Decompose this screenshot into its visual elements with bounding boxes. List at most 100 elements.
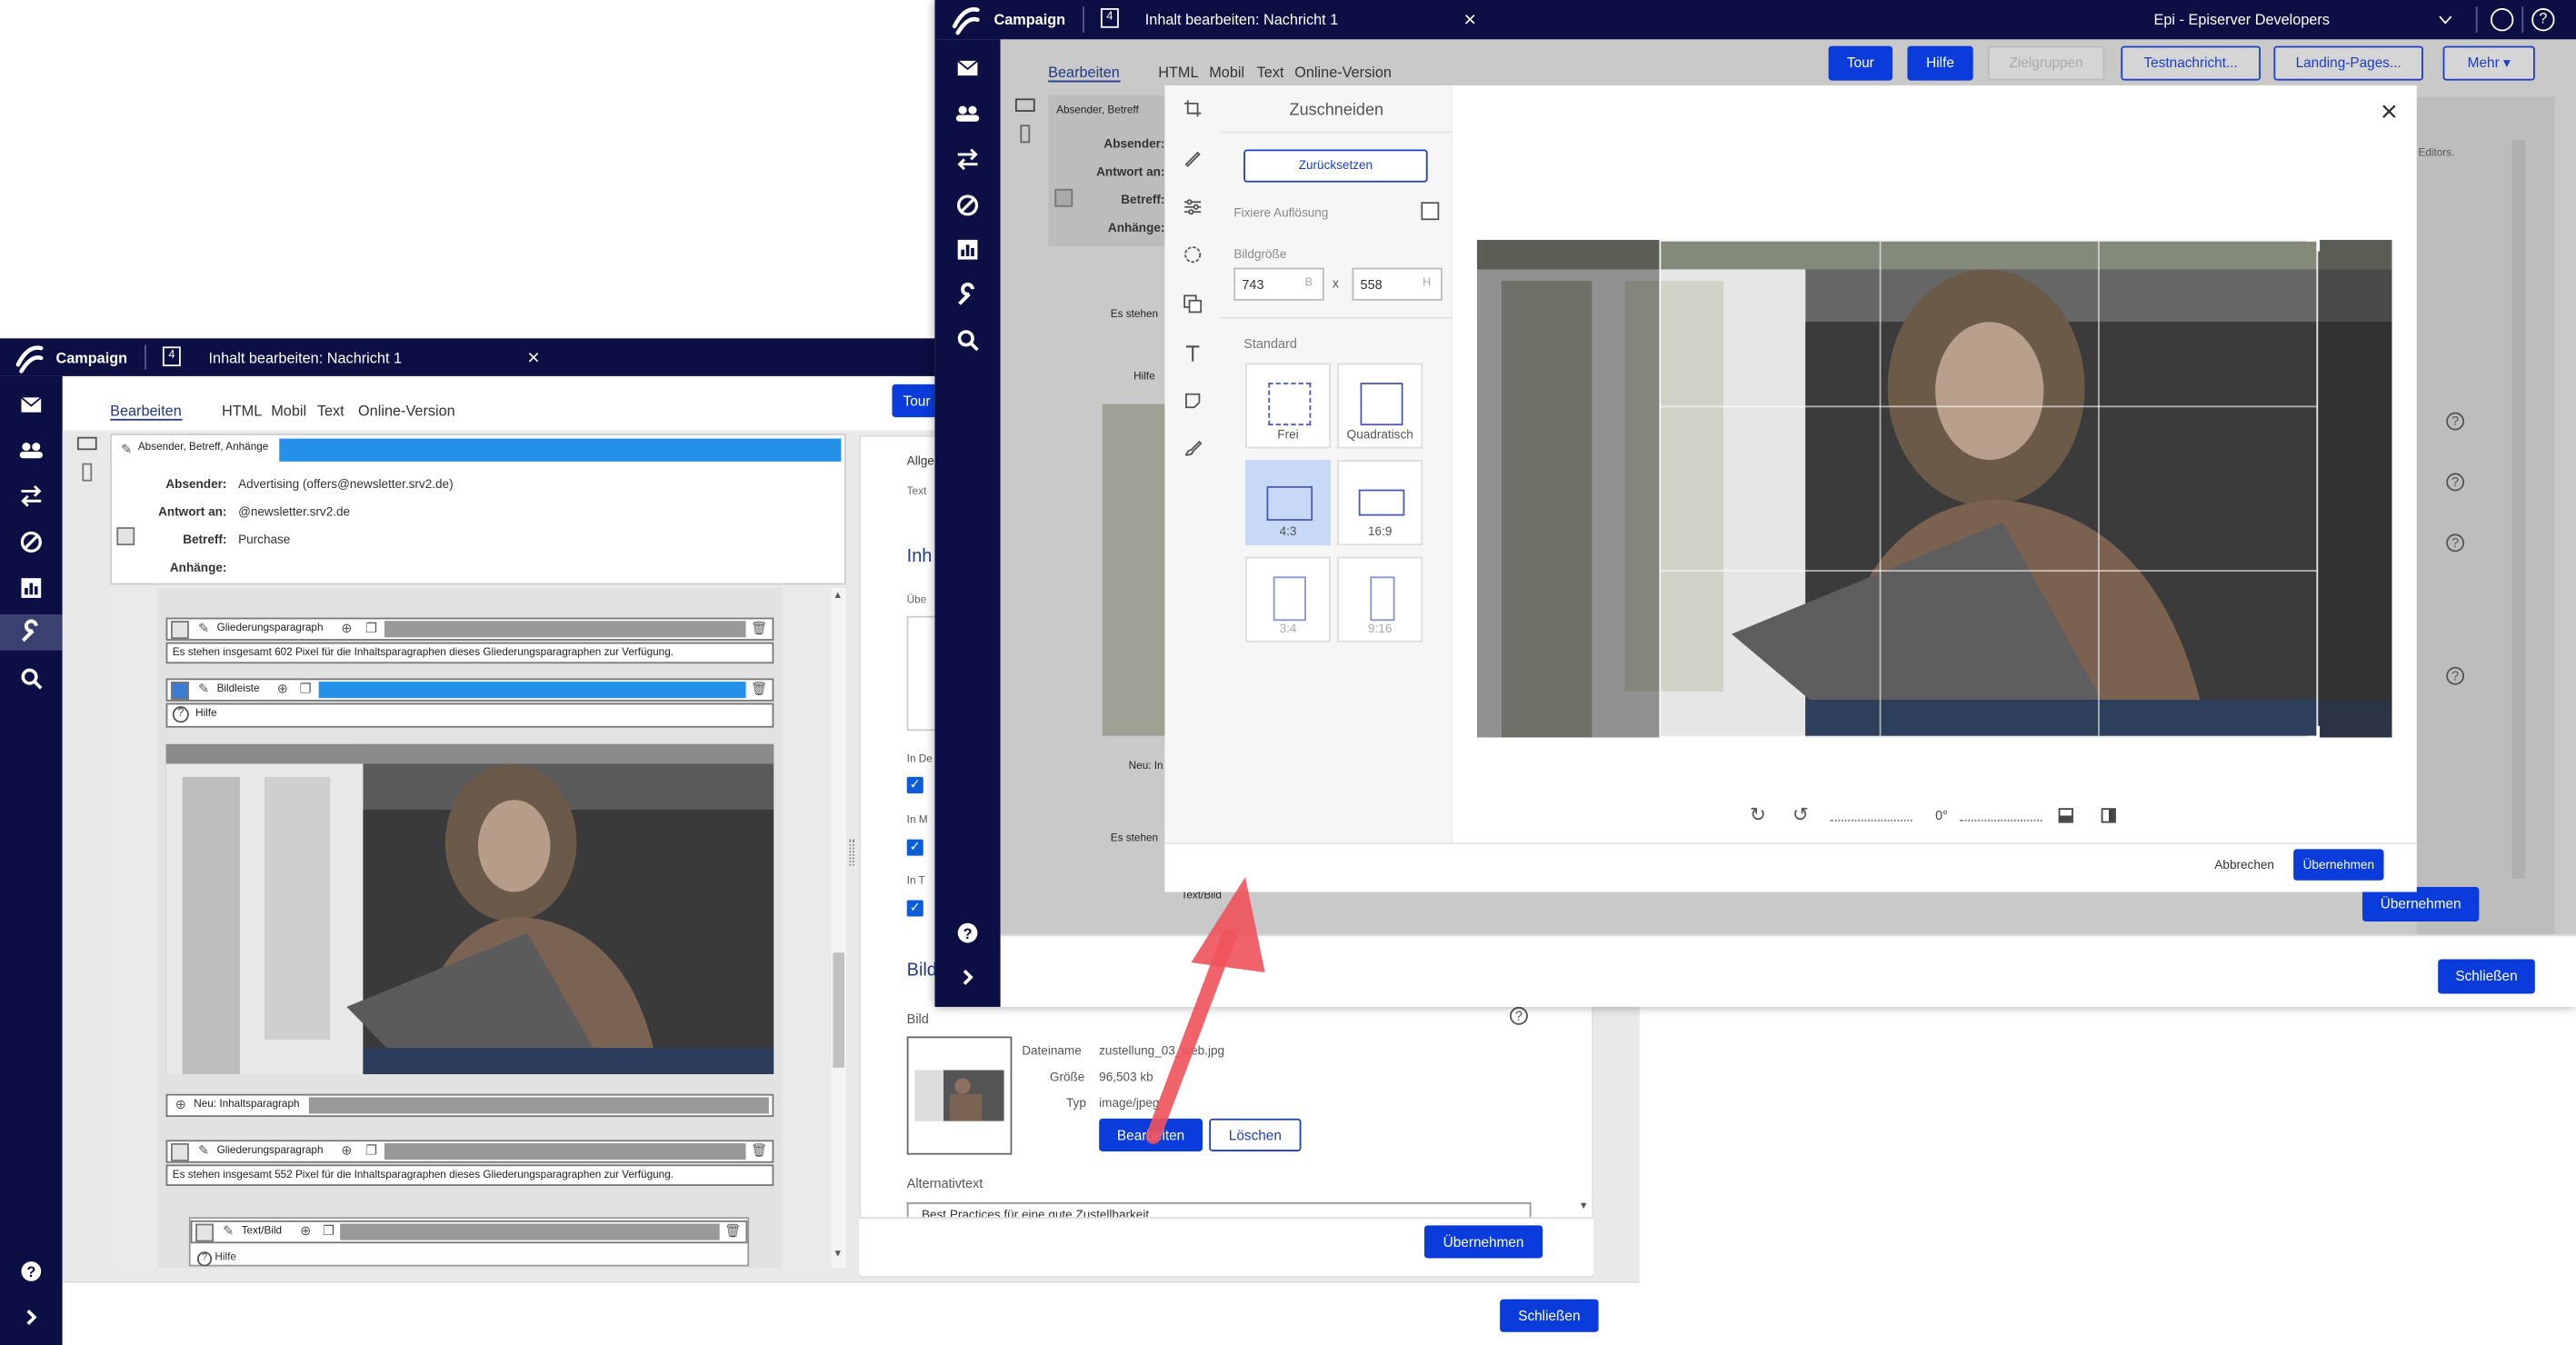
move-icon[interactable]: ⊕ [338,621,354,637]
image-bar-paragraph[interactable]: ✎ Bildleiste ⊕ ❐ 🗑 [165,678,774,702]
newsletter-photo[interactable] [165,743,774,1075]
sticker-icon[interactable] [1183,294,1203,314]
users-icon[interactable] [18,437,45,463]
image-help-icon[interactable]: ? [1510,1006,1528,1025]
field-value-betreff[interactable]: Purchase [238,533,290,547]
more-button[interactable]: Mehr ▾ [2442,45,2535,81]
help-circle-icon[interactable]: ? [172,706,189,723]
pencil-icon[interactable]: ✎ [195,621,212,637]
image-bar-help-row[interactable]: ? Hilfe [165,702,774,728]
field-value-antwort[interactable]: @newsletter.srv2.de [238,504,350,519]
brush-icon[interactable] [1183,439,1203,459]
delete-icon[interactable]: 🗑 [724,1224,741,1240]
ratio-3-4[interactable]: 3:4 [1245,556,1331,643]
scroll-down-arrow-icon[interactable]: ▼ [833,1250,843,1260]
new-content-paragraph-bar[interactable]: ⊕ Neu: Inhaltsparagraph [165,1093,774,1118]
move-icon[interactable]: ⊕ [338,1143,354,1160]
ratio-16-9[interactable]: 16:9 [1337,460,1423,546]
rotate-cw-icon[interactable]: ↻ [1750,803,1766,826]
device-mobile-icon[interactable] [1020,125,1031,144]
tour-button[interactable]: Tour [1828,45,1893,81]
flip-horizontal-icon[interactable] [2101,808,2116,823]
add-icon[interactable]: ⊕ [173,1097,189,1113]
fixed-resolution-checkbox[interactable] [1421,202,1440,221]
copy-icon[interactable]: ❐ [363,621,379,637]
crop-frame[interactable] [1659,239,2321,738]
tab-close-icon[interactable]: × [1463,6,1476,31]
tab-html[interactable]: HTML [222,403,262,419]
wrench-icon[interactable] [18,619,45,645]
shape-icon[interactable] [1183,244,1203,264]
chevron-down-icon[interactable] [2438,13,2452,25]
image-thumbnail[interactable] [906,1036,1013,1155]
crop-icon[interactable] [1183,98,1203,118]
crop-handle-tr[interactable] [2306,239,2321,252]
expand-chevron-icon[interactable] [954,964,981,991]
pencil-icon[interactable]: ✎ [118,442,135,458]
block-icon[interactable] [18,529,45,555]
search-icon[interactable] [18,665,45,692]
pencil-icon[interactable]: ✎ [195,1143,212,1160]
users-icon[interactable] [954,100,981,126]
chart-icon[interactable] [18,575,45,602]
block-icon[interactable] [954,192,981,218]
landing-pages-button[interactable]: Landing-Pages... [2273,45,2423,81]
search-icon[interactable] [954,327,981,354]
transfer-icon[interactable] [18,483,45,509]
height-input[interactable]: 558 H [1352,267,1443,301]
move-icon[interactable]: ⊕ [297,1224,314,1240]
tab-bearbeiten[interactable]: Bearbeiten [1048,64,1120,83]
move-icon[interactable]: ⊕ [275,682,291,698]
tab-online-version[interactable]: Online-Version [1294,64,1392,80]
width-input[interactable]: 743 B [1233,267,1324,301]
text-image-paragraph-bar[interactable]: ✎ Text/Bild ⊕ ❐ 🗑 [190,1220,748,1244]
account-selector[interactable]: Epi - Episerver Developers [2154,12,2330,28]
checkbox-in-desktop[interactable]: ✓ [906,776,924,793]
test-message-button[interactable]: Testnachricht... [2121,45,2261,81]
crop-handle-br[interactable] [2306,725,2321,738]
field-value-absender[interactable]: Advertising (offers@newsletter.srv2.de) [238,476,454,491]
device-mobile-icon[interactable] [82,463,93,482]
modal-close-icon[interactable]: × [2381,95,2398,130]
outline-paragraph-bar-1[interactable]: ✎ Gliederungsparagraph ⊕ ❐ 🗑 [165,617,774,641]
panel-scroll-down-icon[interactable]: ▼ [1579,1202,1589,1212]
device-desktop-icon[interactable] [1014,98,1035,112]
wrench-icon[interactable] [954,283,981,309]
header-section-bar[interactable]: ✎ Absender, Betreff, Anhänge [111,438,845,462]
text-image-help[interactable]: ? Hilfe [196,1251,236,1267]
help-icon[interactable]: ? [954,920,981,946]
tab-text[interactable]: Text [1257,64,1284,80]
target-groups-button[interactable]: Zielgruppen [1987,45,2105,81]
cancel-button[interactable]: Abbrechen [2214,857,2274,872]
copy-icon[interactable]: ❐ [363,1143,379,1160]
note-icon[interactable] [1183,391,1203,411]
apply-crop-button[interactable]: Übernehmen [2293,849,2384,881]
help-icon[interactable]: ? [2531,8,2555,32]
chart-icon[interactable] [954,236,981,263]
ratio-free[interactable]: Frei [1245,363,1331,449]
tab-close-icon[interactable]: × [527,345,540,370]
apply-button-back[interactable]: Übernehmen [1424,1225,1543,1259]
copy-icon[interactable]: ❐ [297,682,314,698]
expand-chevron-icon[interactable] [18,1304,45,1330]
pencil-icon[interactable]: ✎ [195,682,212,698]
rotate-ccw-icon[interactable]: ↺ [1792,803,1809,826]
reset-button[interactable]: Zurücksetzen [1243,149,1428,183]
checkbox-in-mobile[interactable]: ✓ [906,839,924,856]
splitter-handle[interactable] [849,839,854,866]
outline-paragraph-bar-2[interactable]: ✎ Gliederungsparagraph ⊕ ❐ 🗑 [165,1140,774,1163]
panel-tab-general[interactable]: Allge [907,453,934,468]
tab-online-version[interactable]: Online-Version [358,403,455,419]
adjust-icon[interactable] [1183,197,1203,217]
close-button-back[interactable]: Schließen [1500,1299,1599,1332]
device-desktop-icon[interactable] [76,436,97,451]
mail-icon[interactable] [954,55,981,81]
help-icon[interactable]: ? [18,1258,45,1284]
scroll-up-arrow-icon[interactable]: ▲ [833,592,843,602]
apply-button-front[interactable]: Übernehmen [2362,886,2480,922]
delete-icon[interactable]: 🗑 [751,621,767,637]
tab-title[interactable]: Inhalt bearbeiten: Nachricht 1 [209,350,403,366]
delete-icon[interactable]: 🗑 [751,1143,767,1160]
crop-canvas-photo[interactable] [1476,239,2392,738]
draw-icon[interactable] [1183,148,1203,168]
